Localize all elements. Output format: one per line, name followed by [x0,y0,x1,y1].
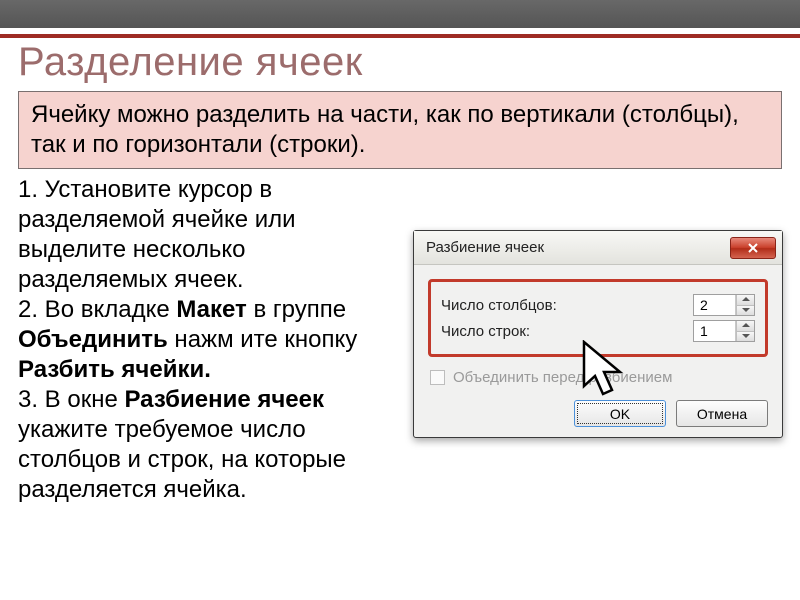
step-2d: Объединить [18,326,168,353]
dialog-title: Разбиение ячеек [426,239,544,256]
step-2a: 2. Во вкладке [18,296,176,323]
presentation-top-bar [0,0,800,28]
columns-value[interactable]: 2 [694,295,736,315]
step-2b: Макет [176,296,246,323]
close-icon [747,242,759,254]
steps-text: 1. Установите курсор в разделяемой ячейк… [18,175,378,505]
ok-button[interactable]: OK [574,400,666,427]
merge-before-split-row[interactable]: Объединить перед разбиением [430,369,768,386]
intro-text-box: Ячейку можно разделить на части, как по … [18,91,782,169]
highlight-outline: Число столбцов: 2 [428,279,768,357]
merge-label: Объединить перед разбиением [453,369,672,386]
step-2c: в группе [247,296,346,323]
columns-down-button[interactable] [736,305,754,316]
chevron-up-icon [742,323,750,328]
rows-value[interactable]: 1 [694,321,736,341]
step-3b: Разбиение ячеек [124,386,324,413]
dialog-titlebar[interactable]: Разбиение ячеек [414,231,782,265]
rows-spinner[interactable]: 1 [693,320,755,342]
step-3a: 3. В окне [18,386,124,413]
rows-down-button[interactable] [736,331,754,342]
step-1: 1. Установите курсор в разделяемой ячейк… [18,176,296,293]
split-cells-dialog: Разбиение ячеек Число столбцов: 2 [413,230,783,438]
rows-row: Число строк: 1 [441,320,755,342]
chevron-down-icon [742,334,750,339]
columns-up-button[interactable] [736,295,754,305]
rows-up-button[interactable] [736,321,754,331]
columns-label: Число столбцов: [441,297,693,314]
dialog-button-row: OK Отмена [428,396,768,427]
chevron-up-icon [742,297,750,302]
step-2f: Разбить ячейки. [18,356,211,383]
merge-checkbox[interactable] [430,370,445,385]
cancel-button[interactable]: Отмена [676,400,768,427]
chevron-down-icon [742,308,750,313]
rows-label: Число строк: [441,323,693,340]
close-button[interactable] [730,237,776,259]
columns-spinner[interactable]: 2 [693,294,755,316]
step-2e: нажм ите кнопку [168,326,358,353]
columns-row: Число столбцов: 2 [441,294,755,316]
slide-title: Разделение ячеек [0,38,800,91]
step-3c: укажите требуемое число столбцов и строк… [18,416,346,503]
